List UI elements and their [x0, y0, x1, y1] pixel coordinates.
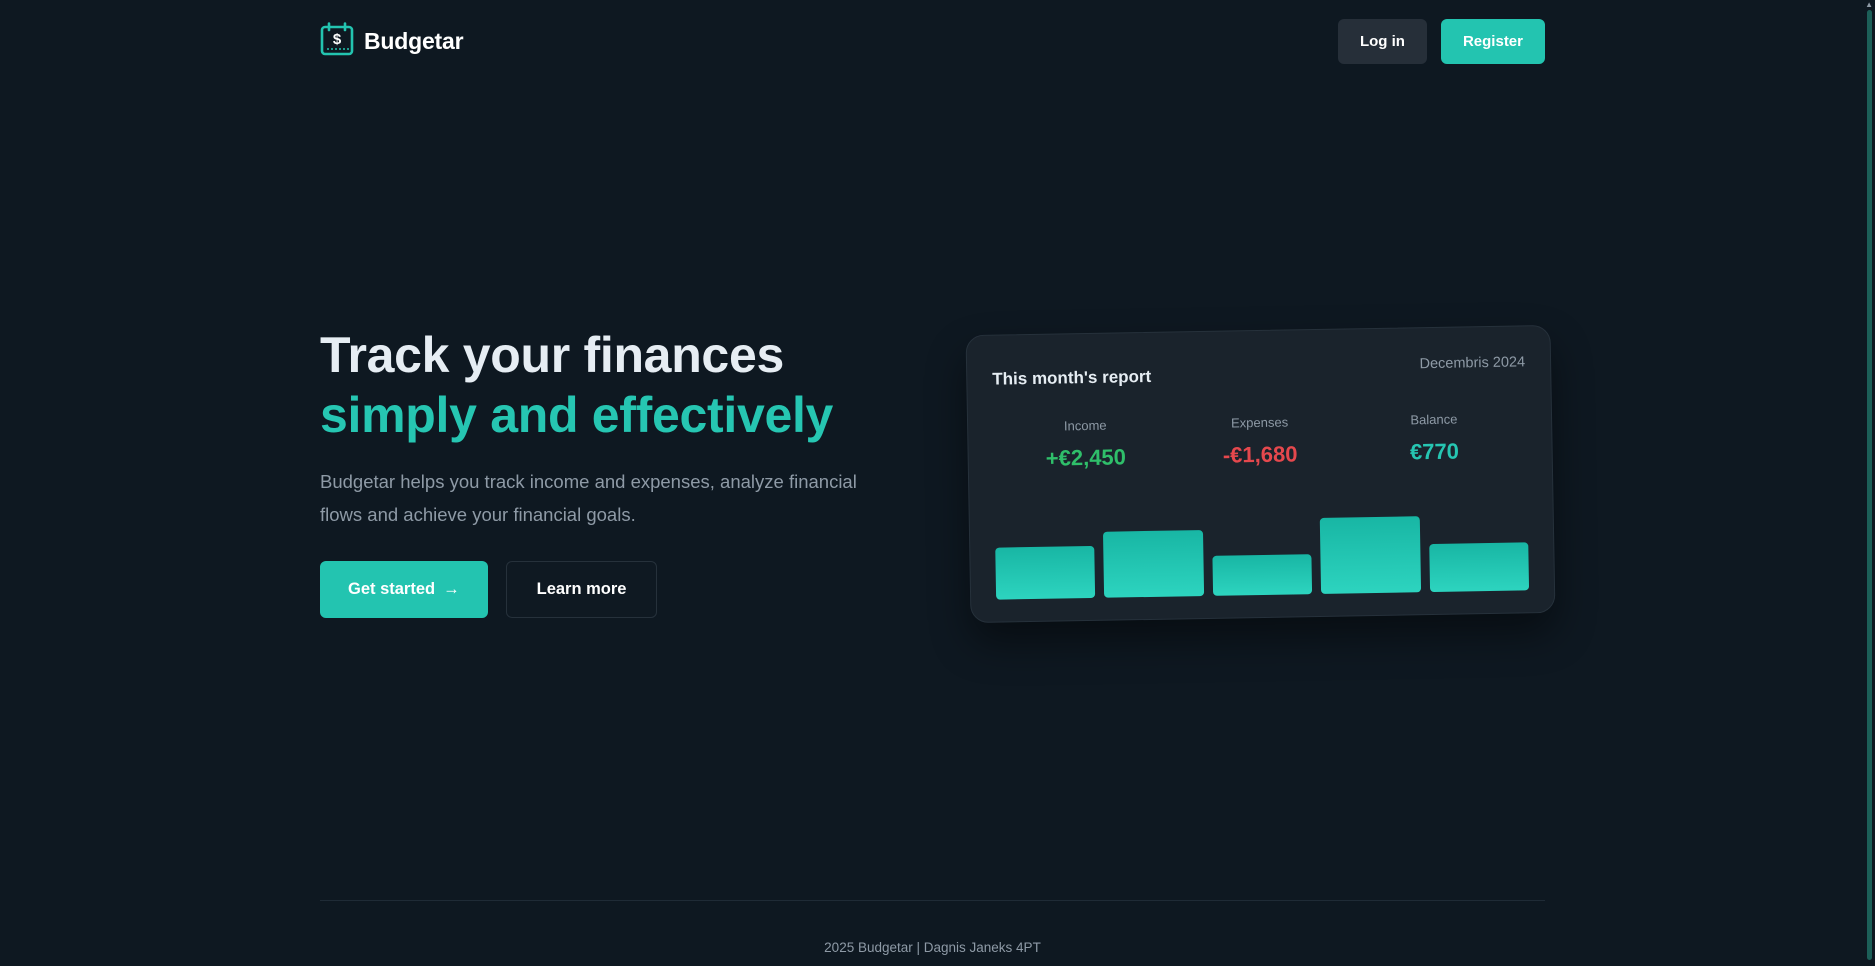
report-title: This month's report	[992, 366, 1152, 389]
report-header: This month's report Decembris 2024	[992, 354, 1525, 389]
svg-text:$: $	[333, 31, 342, 48]
brand[interactable]: $ Budgetar	[320, 21, 464, 61]
landing-page: $ Budgetar Log in Register Track your fi…	[0, 0, 1875, 966]
income-value: +€2,450	[1045, 444, 1127, 471]
balance-label: Balance	[1410, 411, 1458, 428]
expenses-stat: Expenses -€1,680	[1184, 414, 1335, 470]
report-bar-3	[1212, 554, 1313, 596]
header-nav: Log in Register	[1337, 18, 1545, 64]
login-button[interactable]: Log in	[1337, 18, 1427, 64]
hero-description: Budgetar helps you track income and expe…	[320, 471, 857, 525]
arrow-right-icon: →	[443, 580, 460, 598]
hero-actions: Get started → Learn more	[320, 561, 920, 618]
hero-title: Track your finances simply and effective…	[320, 325, 920, 445]
balance-stat: Balance €770	[1359, 411, 1510, 467]
hero-title-line1: Track your finances	[320, 327, 784, 383]
get-started-button[interactable]: Get started →	[320, 561, 488, 618]
footer-text: 2025 Budgetar | Dagnis Janeks 4PT	[824, 940, 1041, 955]
report-bar-5	[1428, 542, 1530, 593]
monthly-report-card: This month's report Decembris 2024 Incom…	[965, 324, 1556, 624]
learn-more-button[interactable]: Learn more	[505, 561, 658, 618]
report-bar-2	[1103, 530, 1204, 598]
report-date: Decembris 2024	[1419, 354, 1526, 373]
scroll-up-icon[interactable]: ▲	[1865, 0, 1873, 10]
footer-divider	[320, 900, 1545, 901]
hero-section: Track your finances simply and effective…	[320, 325, 920, 618]
scrollbar-thumb[interactable]	[1867, 10, 1872, 960]
report-bar-1	[995, 545, 1096, 600]
report-bar-4	[1319, 516, 1421, 594]
income-label: Income	[1063, 417, 1107, 434]
calendar-dollar-icon: $	[320, 21, 354, 61]
site-header: $ Budgetar Log in Register	[320, 18, 1545, 64]
expenses-value: -€1,680	[1222, 441, 1298, 468]
page-scrollbar[interactable]: ▲	[1863, 0, 1875, 966]
report-stats: Income +€2,450 Expenses -€1,680 Balance …	[993, 410, 1527, 472]
income-stat: Income +€2,450	[1010, 417, 1161, 473]
register-button[interactable]: Register	[1440, 18, 1545, 64]
balance-value: €770	[1409, 438, 1460, 465]
report-bar-chart	[995, 510, 1530, 600]
get-started-label: Get started	[348, 580, 436, 598]
brand-name: Budgetar	[364, 27, 464, 54]
hero-title-line2: simply and effectively	[320, 387, 834, 443]
expenses-label: Expenses	[1230, 414, 1289, 431]
